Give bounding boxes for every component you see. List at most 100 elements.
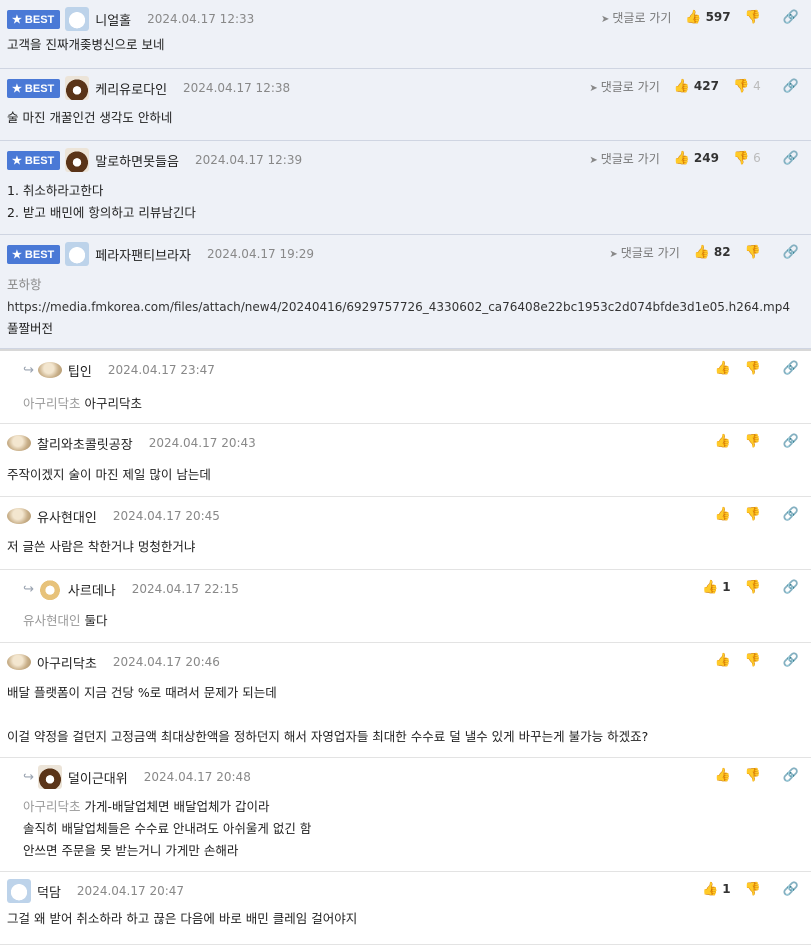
link-icon[interactable]: 🔗 <box>783 507 799 522</box>
link-icon[interactable]: 🔗 <box>783 79 799 94</box>
bear-avatar[interactable] <box>37 765 62 789</box>
upvote-count: 597 <box>705 10 731 24</box>
mention-nickname[interactable]: 아구리닥초 <box>23 396 81 411</box>
thumbs-down-icon[interactable]: 👎 <box>745 10 761 25</box>
goto-reply-link[interactable]: ➤ 댓글로 가기 <box>609 244 679 261</box>
send-arrow-icon: ➤ <box>600 13 610 25</box>
comment-text: 그걸 왜 받어 취소하라 하고 끊은 다음에 바로 배민 클레임 걸어야지 <box>7 911 358 926</box>
comment-item: ↪ 사르데나 2024.04.17 22:15 👍 1 👎 🔗 유사현대인 둘다 <box>0 570 811 643</box>
reply-arrow-icon: ↪ <box>23 769 34 785</box>
comment-date: 2024.04.17 20:46 <box>112 655 220 669</box>
comment-item: 아구리닥초 2024.04.17 20:46 👍 👎 🔗 배달 플랫폼이 지금 … <box>0 643 811 758</box>
goto-reply-link[interactable]: ➤ 댓글로 가기 <box>601 9 671 26</box>
thumbs-up-icon[interactable]: 👍 <box>702 882 718 897</box>
comment-date: 2024.04.17 20:43 <box>148 436 256 450</box>
bear-avatar[interactable] <box>65 76 90 100</box>
white-dog-avatar[interactable] <box>65 7 90 31</box>
upvote-count: 1 <box>722 882 731 896</box>
link-icon[interactable]: 🔗 <box>783 10 799 25</box>
thumbs-down-icon[interactable]: 👎 <box>745 882 761 897</box>
bear-avatar[interactable] <box>65 148 90 172</box>
thumbs-down-icon[interactable]: 👎 <box>745 245 761 260</box>
thumbs-down-icon[interactable]: 👎 <box>733 151 749 166</box>
best-badge: ★ BEST <box>7 244 61 264</box>
reply-arrow-icon: ↪ <box>23 581 34 597</box>
link-icon[interactable]: 🔗 <box>783 768 799 783</box>
thumbs-down-icon[interactable]: 👎 <box>745 768 761 783</box>
mention-nickname[interactable]: 유사현대인 <box>23 613 81 628</box>
goto-reply-link[interactable]: ➤ 댓글로 가기 <box>589 150 659 167</box>
comment-text: 배달 플랫폼이 지금 건당 %로 때려서 문제가 되는데 <box>7 685 277 700</box>
blob-avatar[interactable] <box>7 435 31 451</box>
comment-text: 안쓰면 주문을 못 받는거니 가게만 손해라 <box>23 843 239 858</box>
fox-avatar[interactable] <box>37 577 62 601</box>
comment-nickname[interactable]: 아구리닥초 <box>37 653 97 672</box>
comment-item: ★ BEST 니얼홀 2024.04.17 12:33 ➤ 댓글로 가기 👍 59… <box>0 0 811 69</box>
best-badge: ★ BEST <box>7 150 61 170</box>
thumbs-down-icon[interactable]: 👎 <box>745 434 761 449</box>
link-icon[interactable]: 🔗 <box>783 434 799 449</box>
comment-url-link[interactable]: https://media.fmkorea.com/files/attach/n… <box>7 296 790 318</box>
comment-nickname[interactable]: 페라자팬티브라자 <box>95 245 191 264</box>
comment-text: 술 마진 개꿀인건 생각도 안하네 <box>7 110 173 125</box>
thumbs-down-icon[interactable]: 👎 <box>733 79 749 94</box>
comment-nickname[interactable]: 팁인 <box>68 361 92 380</box>
puppy-avatar[interactable] <box>7 654 31 670</box>
thumbs-down-icon[interactable]: 👎 <box>745 653 761 668</box>
comment-list: ★ BEST 니얼홀 2024.04.17 12:33 ➤ 댓글로 가기 👍 59… <box>0 0 811 945</box>
send-arrow-icon: ➤ <box>609 248 618 260</box>
link-icon[interactable]: 🔗 <box>783 245 799 260</box>
comment-date: 2024.04.17 20:47 <box>76 884 185 898</box>
thumbs-up-icon[interactable]: 👍 <box>694 245 710 260</box>
puppy-avatar[interactable] <box>37 362 62 378</box>
comment-nickname[interactable]: 말로하면못들음 <box>95 151 179 170</box>
comment-nickname[interactable]: 유사현대인 <box>37 507 97 526</box>
thumbs-up-icon[interactable]: 👍 <box>714 653 730 668</box>
reply-arrow-icon: ↪ <box>23 362 34 378</box>
blob-avatar[interactable] <box>7 508 31 524</box>
comment-text: 저 글쓴 사람은 착한거냐 멍청한거냐 <box>7 539 196 554</box>
thumbs-down-icon[interactable]: 👎 <box>745 507 761 522</box>
comment-nickname[interactable]: 덜이근대위 <box>68 768 128 787</box>
upvote-count: 427 <box>693 79 719 93</box>
comment-nickname[interactable]: 덕담 <box>37 882 61 901</box>
link-icon[interactable]: 🔗 <box>783 580 799 595</box>
link-icon[interactable]: 🔗 <box>783 361 799 376</box>
goto-reply-link[interactable]: ➤ 댓글로 가기 <box>589 78 659 95</box>
comment-text: 가게-배달업체면 배달업체가 갑이라 <box>84 799 270 814</box>
comment-text: 풀짤버전 <box>7 321 54 336</box>
thumbs-up-icon[interactable]: 👍 <box>685 10 701 25</box>
comment-nickname[interactable]: 찰리와초콜릿공장 <box>37 434 133 453</box>
comment-item: ↪ 팁인 2024.04.17 23:47 👍 👎 🔗 아구리닥초 아구리닥초 <box>0 349 811 424</box>
link-icon[interactable]: 🔗 <box>783 653 799 668</box>
downvote-count: 4 <box>753 79 761 93</box>
thumbs-up-icon[interactable]: 👍 <box>702 580 718 595</box>
thumbs-down-icon[interactable]: 👎 <box>745 580 761 595</box>
thumbs-up-icon[interactable]: 👍 <box>714 434 730 449</box>
mention-nickname[interactable]: 아구리닥초 <box>23 799 81 814</box>
comment-text: 고객을 진짜개좆병신으로 보네 <box>7 37 165 52</box>
thumbs-up-icon[interactable]: 👍 <box>714 768 730 783</box>
comment-date: 2024.04.17 19:29 <box>206 247 315 261</box>
comment-date: 2024.04.17 12:39 <box>195 153 303 167</box>
comment-text: 2. 받고 배민에 항의하고 리뷰남긴다 <box>7 205 196 220</box>
thumbs-up-icon[interactable]: 👍 <box>714 507 730 522</box>
comment-date: 2024.04.17 20:45 <box>112 509 220 523</box>
upvote-count: 1 <box>722 580 731 594</box>
comment-nickname[interactable]: 케리유로다인 <box>95 79 167 98</box>
comment-date: 2024.04.17 22:15 <box>131 582 239 596</box>
upvote-count: 249 <box>693 151 719 165</box>
thumbs-up-icon[interactable]: 👍 <box>714 361 730 376</box>
best-badge: ★ BEST <box>7 78 61 98</box>
white-dog-avatar[interactable] <box>65 242 90 266</box>
comment-nickname[interactable]: 사르데나 <box>68 580 116 599</box>
comment-text: 아구리닥초 <box>84 396 143 411</box>
white-dog-avatar[interactable] <box>7 879 31 903</box>
comment-nickname[interactable]: 니얼홀 <box>95 10 131 29</box>
link-icon[interactable]: 🔗 <box>783 151 799 166</box>
thumbs-down-icon[interactable]: 👎 <box>745 361 761 376</box>
thumbs-up-icon[interactable]: 👍 <box>674 151 690 166</box>
thumbs-up-icon[interactable]: 👍 <box>674 79 690 94</box>
link-icon[interactable]: 🔗 <box>783 882 799 897</box>
